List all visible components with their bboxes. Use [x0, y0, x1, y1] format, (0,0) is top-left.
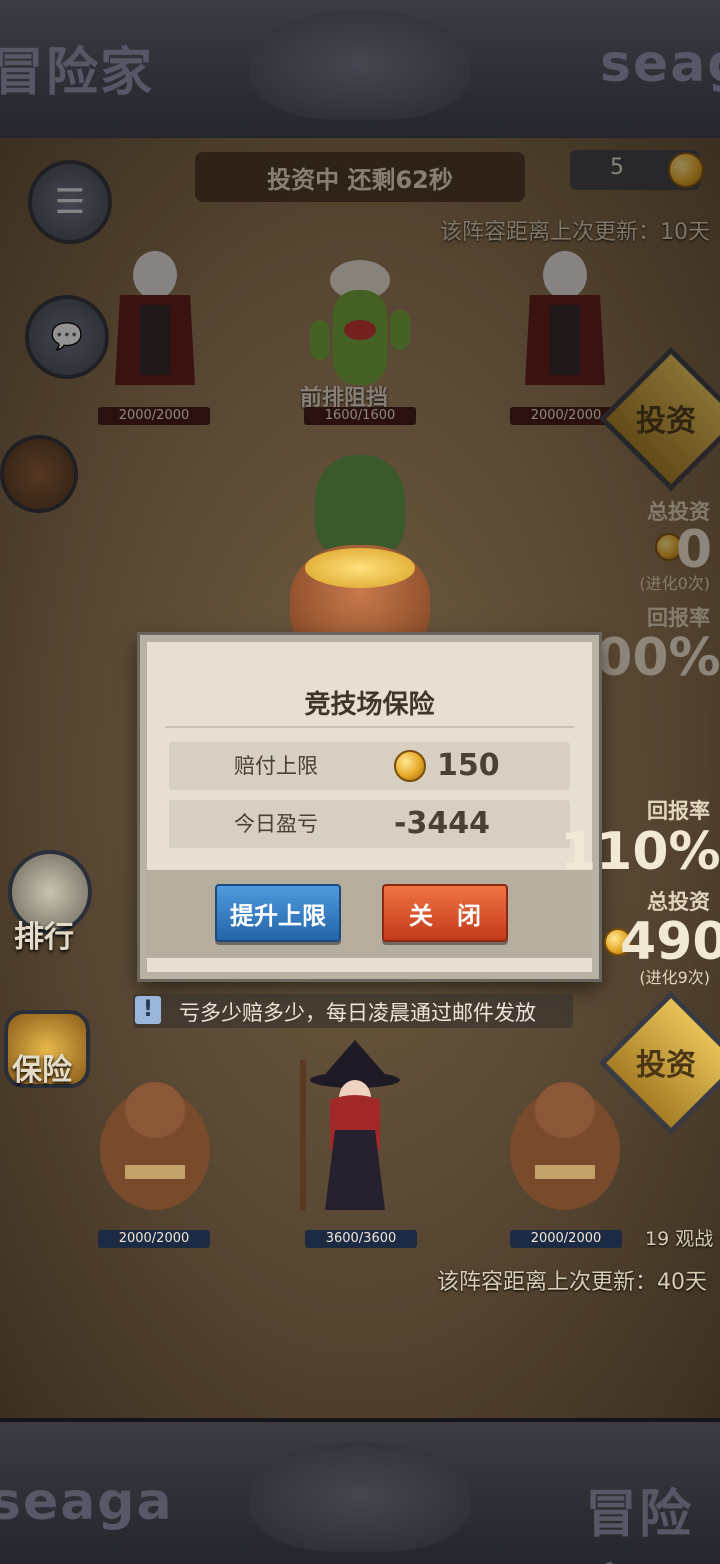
hp-bar: 2000/2000 — [510, 1230, 622, 1248]
return-rate-label: 回报率 — [647, 799, 710, 823]
info-tip: ! 亏多少赔多少，每日凌晨通过邮件发放 — [133, 994, 573, 1028]
banner-logo-left: seaga — [0, 1472, 174, 1532]
cap-label: 赔付上限 — [234, 754, 318, 778]
insurance-label[interactable]: 保险 — [12, 1045, 72, 1089]
dialog-title: 竞技场保险 — [304, 690, 435, 720]
today-value: -3444 — [394, 806, 490, 841]
dialog-footer: 提升上限 关 闭 — [147, 870, 592, 958]
hero-bear-right[interactable] — [500, 1065, 630, 1215]
rank-label[interactable]: 排行 — [14, 912, 74, 956]
banner-logo-right: 冒险家 — [585, 1485, 694, 1564]
return-rate-value: 110% — [560, 822, 720, 882]
hp-bar: 2000/2000 — [98, 1230, 210, 1248]
invest-button-bottom[interactable]: 投资 — [636, 1040, 696, 1084]
hero-bear-left[interactable] — [90, 1065, 220, 1215]
raise-cap-button[interactable]: 提升上限 — [215, 884, 341, 942]
cap-value: 150 — [437, 748, 500, 783]
top-banner: 冒险家 seaga — [0, 0, 720, 142]
spectator-count: 19 观战 — [645, 1228, 714, 1250]
banner-ornament — [250, 1442, 470, 1552]
insurance-dialog: 竞技场保险 赔付上限 150 今日盈亏 -3444 提升上限 关 闭 — [140, 635, 599, 979]
total-invest-value: 490 — [620, 912, 720, 972]
banner-logo-right: seaga — [600, 34, 720, 94]
hp-bar: 3600/3600 — [305, 1230, 417, 1248]
bottom-team-update-note: 该阵容距离上次更新：40天 — [437, 1270, 707, 1295]
divider — [165, 726, 574, 728]
exclamation-icon: ! — [135, 996, 161, 1024]
banner-logo-left: 冒险家 — [0, 43, 155, 103]
today-row: 今日盈亏 -3444 — [169, 800, 570, 848]
tip-text: 亏多少赔多少，每日凌晨通过邮件发放 — [179, 1001, 536, 1025]
evolve-note: (进化9次) — [639, 968, 710, 987]
ghost-icon — [315, 455, 405, 555]
coin-icon — [394, 750, 426, 782]
bottom-banner: seaga 冒险家 — [0, 1418, 720, 1564]
banner-ornament — [250, 10, 470, 120]
close-button[interactable]: 关 闭 — [382, 884, 508, 942]
bag-coins — [305, 548, 415, 588]
cap-row: 赔付上限 150 — [169, 742, 570, 790]
hero-witch[interactable] — [290, 1040, 410, 1220]
today-label: 今日盈亏 — [234, 812, 318, 836]
